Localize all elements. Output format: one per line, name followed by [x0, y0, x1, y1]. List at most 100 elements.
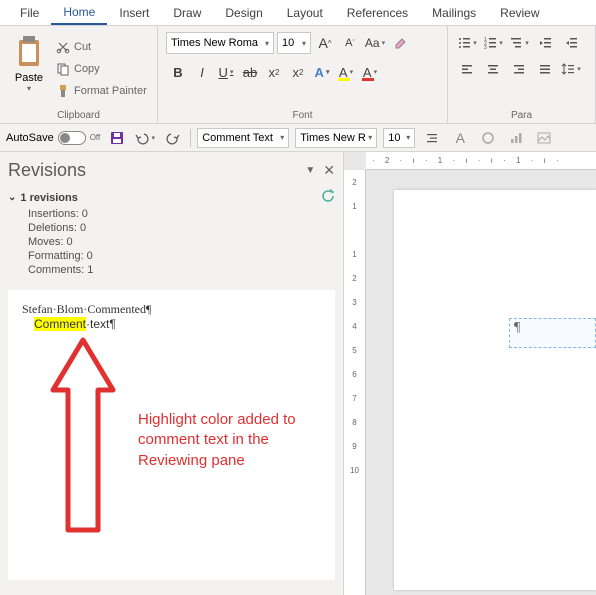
menu-mailings[interactable]: Mailings [420, 2, 488, 24]
quick-access-toolbar: AutoSave Off ▾ Comment Text▾ Times New R… [0, 124, 596, 152]
refresh-button[interactable] [321, 189, 335, 206]
save-icon [110, 131, 124, 145]
font-name-combo[interactable]: Times New Roma▾ [166, 32, 274, 54]
stat-moves: Moves: 0 [28, 236, 335, 248]
change-case-button[interactable]: Aa▾ [364, 32, 386, 54]
paragraph-mark: ¶ [514, 320, 520, 336]
menu-home[interactable]: Home [51, 1, 107, 25]
clear-formatting-button[interactable] [389, 32, 411, 54]
ribbon-group-paragraph: ▾ 123▾ ▾ ▾ Para [448, 26, 596, 123]
qat-image-button[interactable] [533, 127, 555, 149]
copy-icon [56, 62, 70, 76]
increase-indent-button[interactable] [558, 32, 584, 54]
ribbon-group-clipboard: Paste ▾ Cut Copy Format Painter Clipboar… [0, 26, 158, 123]
revisions-title: Revisions [8, 160, 86, 181]
menu-draw[interactable]: Draw [161, 2, 213, 24]
separator [190, 129, 191, 147]
annotation-arrow [38, 330, 128, 560]
multilevel-list-button[interactable]: ▾ [506, 32, 532, 54]
highlight-button[interactable]: A▾ [334, 60, 358, 84]
font-color-button[interactable]: A▾ [358, 60, 382, 84]
chevron-down-icon: ▾ [27, 84, 31, 93]
pane-close-button[interactable]: ✕ [323, 162, 335, 179]
revisions-count: 1 revisions [20, 192, 77, 204]
bullets-button[interactable]: ▾ [454, 32, 480, 54]
document-area: · 2 · ı · 1 · ı · ı · 1 · ı · 2 1 1 2 3 … [344, 152, 596, 595]
vertical-ruler[interactable]: 2 1 1 2 3 4 5 6 7 8 9 10 [344, 170, 366, 595]
scissors-icon [56, 40, 70, 54]
save-button[interactable] [106, 127, 128, 149]
comment-author-line: Stefan·Blom·Commented¶ [22, 302, 321, 317]
font-size-combo[interactable]: 10▾ [277, 32, 311, 54]
qat-chart-button[interactable] [505, 127, 527, 149]
format-painter-button[interactable]: Format Painter [56, 81, 147, 101]
font-size-value: 10 [282, 37, 294, 49]
autosave-label: AutoSave [6, 132, 54, 144]
qat-size-combo[interactable]: 10▾ [383, 128, 415, 148]
menu-bar: File Home Insert Draw Design Layout Refe… [0, 0, 596, 26]
align-center-button[interactable] [480, 58, 506, 80]
redo-button[interactable] [162, 127, 184, 149]
grow-font-button[interactable]: A^ [314, 32, 336, 54]
pane-options-button[interactable]: ▼ [305, 165, 315, 176]
align-right-button[interactable] [506, 58, 532, 80]
brush-icon [56, 84, 70, 98]
revisions-pane: Revisions ▼ ✕ ⌄ 1 revisions Insertions: … [0, 152, 344, 595]
menu-file[interactable]: File [8, 2, 51, 24]
text-effects-button[interactable]: A▾ [310, 60, 334, 84]
cut-button[interactable]: Cut [56, 37, 147, 57]
style-combo[interactable]: Comment Text▾ [197, 128, 289, 148]
menu-review[interactable]: Review [488, 2, 551, 24]
superscript-button[interactable]: x2 [286, 60, 310, 84]
numbering-button[interactable]: 123▾ [480, 32, 506, 54]
align-left-button[interactable] [454, 58, 480, 80]
clipboard-group-label: Clipboard [0, 110, 157, 121]
stat-comments: Comments: 1 [28, 264, 335, 276]
qat-font-combo[interactable]: Times New R▾ [295, 128, 377, 148]
bold-button[interactable]: B [166, 60, 190, 84]
qat-font-color-button[interactable]: A [449, 127, 471, 149]
shrink-font-button[interactable]: Aˇ [339, 32, 361, 54]
qat-indent-button[interactable] [421, 127, 443, 149]
cut-label: Cut [74, 41, 91, 53]
format-painter-label: Format Painter [74, 85, 147, 97]
undo-button[interactable]: ▾ [134, 127, 156, 149]
underline-button[interactable]: U▾ [214, 60, 238, 84]
annotation-text: Highlight color added to comment text in… [138, 410, 318, 471]
ribbon: Paste ▾ Cut Copy Format Painter Clipboar… [0, 26, 596, 124]
chevron-down-icon[interactable]: ⌄ [8, 192, 16, 203]
line-spacing-button[interactable]: ▾ [558, 58, 584, 80]
stat-formatting: Formatting: 0 [28, 250, 335, 262]
autosave-toggle[interactable]: AutoSave Off [6, 131, 100, 145]
revisions-stats: Insertions: 0 Deletions: 0 Moves: 0 Form… [28, 208, 335, 278]
horizontal-ruler[interactable]: · 2 · ı · 1 · ı · ı · 1 · ı · [366, 152, 596, 170]
highlighted-word: Comment [34, 317, 86, 331]
italic-button[interactable]: I [190, 60, 214, 84]
decrease-indent-button[interactable] [532, 32, 558, 54]
toggle-icon [58, 131, 86, 145]
copy-label: Copy [74, 63, 100, 75]
stat-deletions: Deletions: 0 [28, 222, 335, 234]
menu-design[interactable]: Design [213, 2, 274, 24]
stat-insertions: Insertions: 0 [28, 208, 335, 220]
comment-highlight-region[interactable] [509, 318, 596, 348]
paste-button[interactable]: Paste ▾ [8, 30, 50, 104]
revision-card[interactable]: Stefan·Blom·Commented¶ Comment·text¶ Hig… [8, 290, 335, 580]
ribbon-group-font: Times New Roma▾ 10▾ A^ Aˇ Aa▾ B I U▾ ab … [158, 26, 448, 123]
strikethrough-button[interactable]: ab [238, 60, 262, 84]
justify-button[interactable] [532, 58, 558, 80]
eraser-icon [393, 36, 407, 50]
autosave-state: Off [90, 133, 101, 142]
qat-circle-button[interactable] [477, 127, 499, 149]
redo-icon [166, 131, 180, 145]
font-name-value: Times New Roma [171, 37, 258, 49]
font-group-label: Font [158, 110, 447, 121]
menu-layout[interactable]: Layout [275, 2, 335, 24]
menu-references[interactable]: References [335, 2, 420, 24]
main-area: Revisions ▼ ✕ ⌄ 1 revisions Insertions: … [0, 152, 596, 595]
qat-size-value: 10 [388, 132, 400, 144]
menu-insert[interactable]: Insert [107, 2, 161, 24]
copy-button[interactable]: Copy [56, 59, 147, 79]
document-page[interactable]: ¶ [394, 190, 596, 590]
subscript-button[interactable]: x2 [262, 60, 286, 84]
